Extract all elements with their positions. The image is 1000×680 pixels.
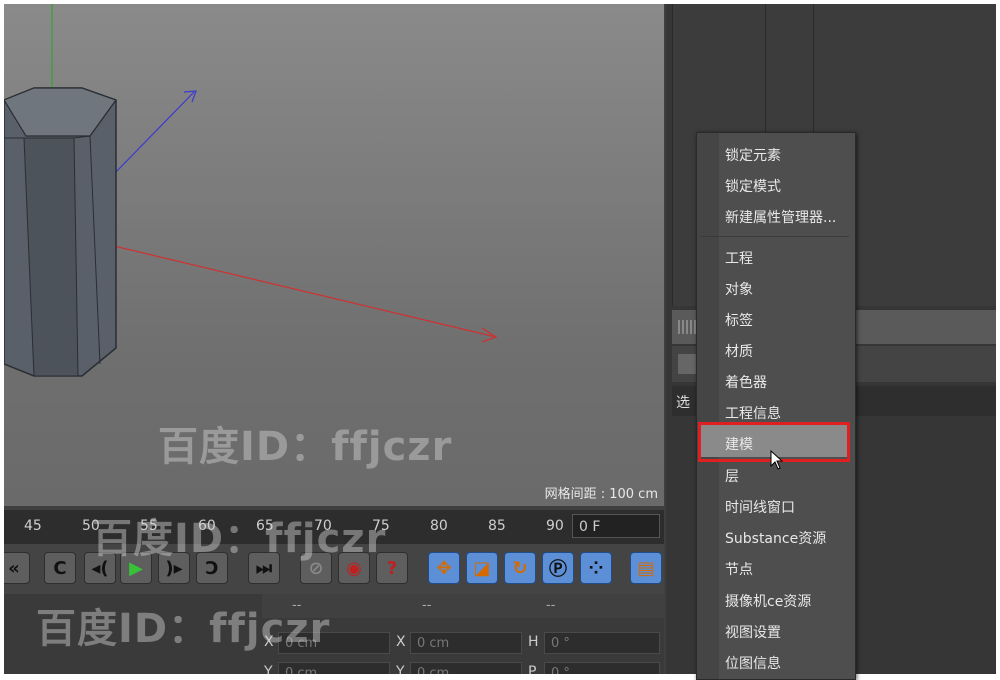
menu-item-lock-element[interactable]: 锁定元素 [725,145,781,165]
menu-icon-strip [697,133,719,679]
y-size-label: Y [396,664,405,674]
h-rotation-label: H [528,634,539,650]
coord-header-label: -- [546,598,556,613]
menu-item-bitmap-info[interactable]: 位图信息 [725,653,781,673]
menu-item-object[interactable]: 对象 [725,279,753,299]
menu-separator [701,236,849,237]
menu-item-lock-mode[interactable]: 锁定模式 [725,176,781,196]
grid-spacing-label: 网格间距 : 100 cm [544,487,658,502]
p-rotation-field[interactable]: 0 ° [544,662,660,674]
film-strip-icon[interactable]: ▤ [630,552,662,584]
points-grid-icon[interactable]: ⁘ [580,552,612,584]
menu-item-view-settings[interactable]: 视图设置 [725,622,781,642]
menu-item-project-info[interactable]: 工程信息 [725,403,781,423]
menu-item-camera[interactable]: 摄像机ce资源 [725,591,811,611]
menu-item-material[interactable]: 材质 [725,341,753,361]
h-rotation-field[interactable]: 0 ° [544,632,660,654]
menu-item-shader[interactable]: 着色器 [725,372,767,392]
move-tool-icon[interactable]: ✥ [428,552,460,584]
x-size-label: X [396,634,406,650]
z-axis-line [113,91,195,175]
current-frame-field[interactable]: 0 F [572,514,660,538]
mouse-cursor-icon [770,450,784,470]
go-to-start-button[interactable]: « [4,552,30,584]
y-position-label: Y [264,664,273,674]
rotate-tool-icon[interactable]: ↻ [504,552,536,584]
menu-item-project[interactable]: 工程 [725,248,753,268]
watermark: 百度ID：ffjczr [158,424,453,470]
menu-item-layer[interactable]: 层 [725,466,739,486]
p-rotation-label: P [528,664,537,674]
x-axis-line [113,245,497,338]
scale-tool-icon[interactable]: ◪ [466,552,498,584]
parameter-icon[interactable]: Ⓟ [542,552,574,584]
watermark: 百度ID：ffjczr [92,516,387,562]
timeline-tick-label: 90 [546,518,564,534]
grip-icon[interactable] [678,320,696,334]
timeline-tick-label: 85 [488,518,506,534]
menu-item-tag[interactable]: 标签 [725,310,753,330]
tab-select[interactable]: 选 [676,392,690,412]
window-context-menu: 锁定元素 锁定模式 新建属性管理器... 工程 对象 标签 材质 着色器 工程信… [696,132,856,680]
timeline-tick-label: 80 [430,518,448,534]
x-size-field[interactable]: 0 cm [410,632,522,654]
mode-icon[interactable] [678,354,696,374]
menu-item-timeline-window[interactable]: 时间线窗口 [725,497,795,517]
y-position-field[interactable]: 0 cm [278,662,390,674]
menu-item-substance-assets[interactable]: Substance资源 [725,528,826,548]
y-size-field[interactable]: 0 cm [410,662,522,674]
coord-header-label: -- [422,598,432,613]
previous-key-button[interactable]: C [44,552,76,584]
timeline-tick-label: 45 [24,518,42,534]
menu-item-new-attribute-manager[interactable]: 新建属性管理器... [725,207,836,227]
watermark: 百度ID：ffjczr [36,606,331,652]
octagon-prism-object [4,87,117,377]
menu-item-node[interactable]: 节点 [725,559,753,579]
